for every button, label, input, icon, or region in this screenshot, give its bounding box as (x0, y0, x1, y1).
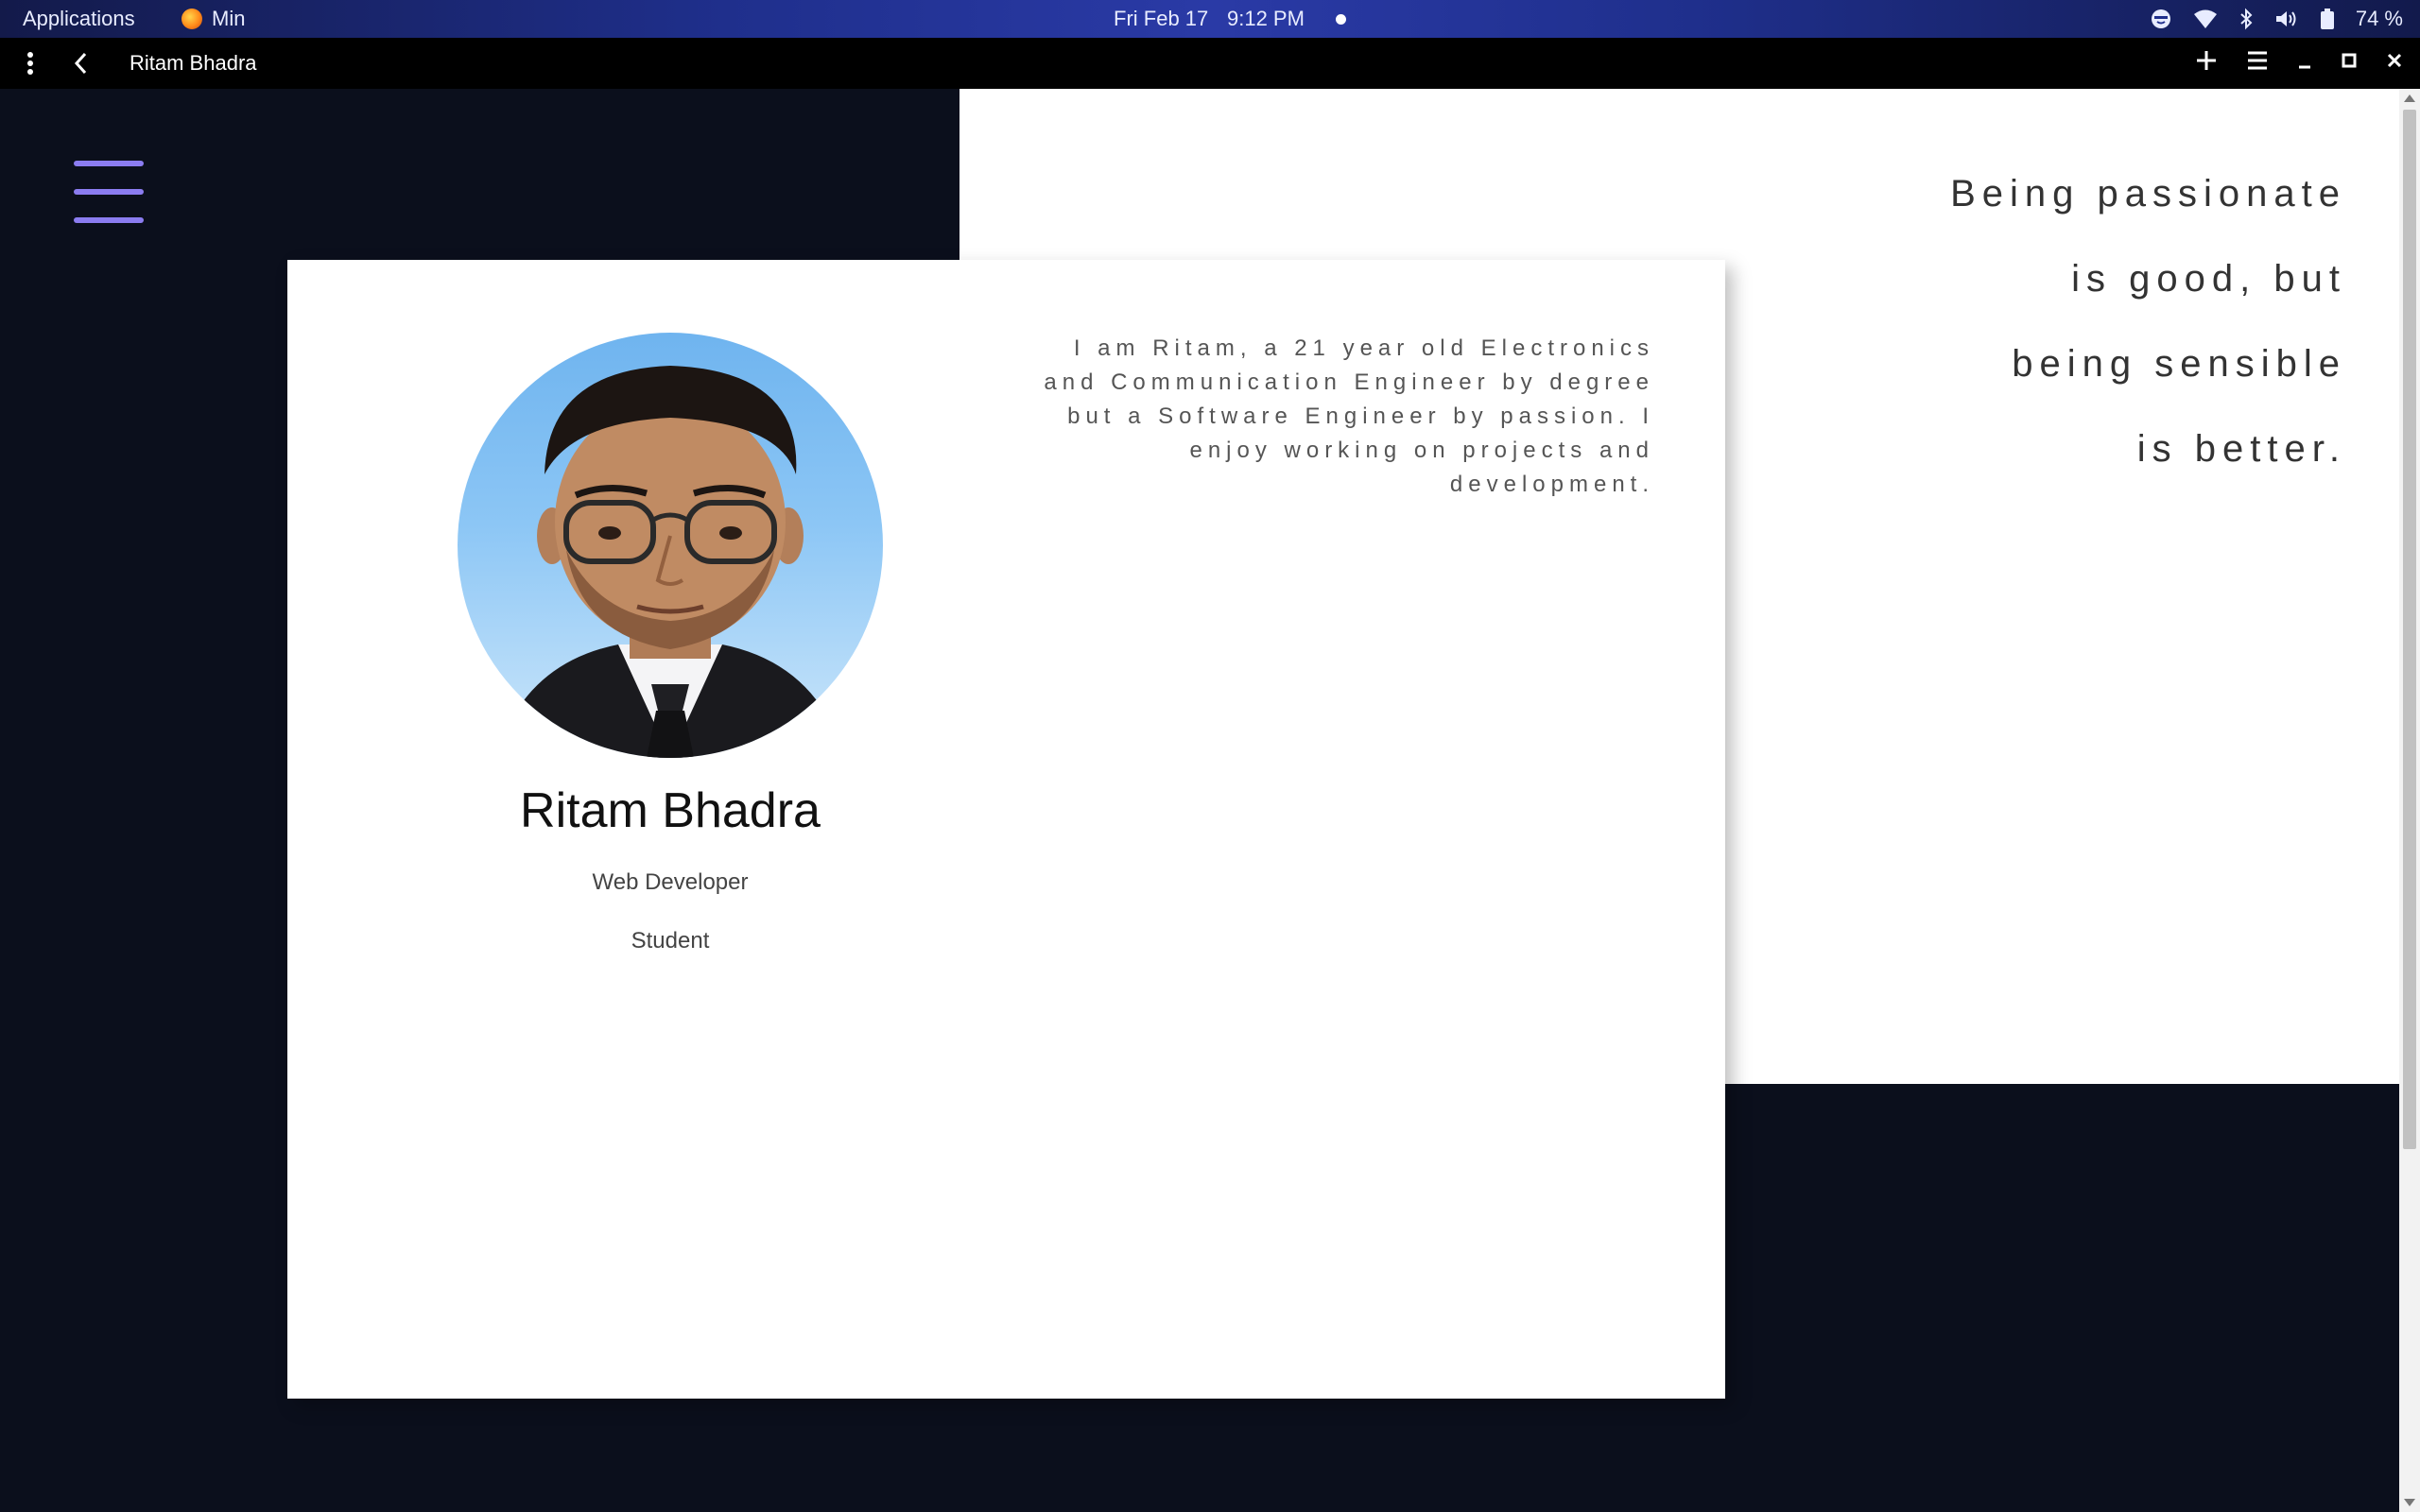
browser-toolbar: Ritam Bhadra (0, 38, 2420, 89)
back-icon[interactable] (72, 51, 91, 80)
browser-menu-icon[interactable] (26, 51, 34, 80)
tasks-menu-icon[interactable] (2246, 50, 2269, 76)
page-title-tab[interactable]: Ritam Bhadra (130, 51, 257, 76)
battery-icon[interactable] (2320, 8, 2335, 30)
clock-date[interactable]: Fri Feb 17 (1114, 7, 1208, 31)
site-menu-icon[interactable] (74, 161, 144, 223)
bluetooth-icon[interactable] (2238, 8, 2254, 30)
close-icon[interactable] (2386, 52, 2403, 74)
web-page: Being passionate is good, but being sens… (0, 89, 2399, 1512)
menu-bar (74, 161, 144, 166)
quote-line: is better. (2136, 428, 2346, 470)
system-top-bar: Applications Min Fri Feb 17 9:12 PM 74 % (0, 0, 2420, 38)
minimize-icon[interactable] (2297, 51, 2312, 75)
menu-bar (74, 217, 144, 223)
wifi-icon[interactable] (2193, 9, 2218, 29)
notification-dot-icon (1336, 14, 1346, 25)
page-scrollbar[interactable] (2399, 89, 2420, 1512)
menu-bar (74, 189, 144, 195)
indicator-face-icon[interactable] (2150, 8, 2172, 30)
active-app-indicator[interactable]: Min (182, 7, 245, 31)
battery-percentage: 74 % (2355, 7, 2403, 30)
scroll-down-arrow-icon[interactable] (2404, 1499, 2415, 1506)
quote-text: Being passionate is good, but being sens… (1685, 151, 2346, 491)
scroll-thumb[interactable] (2403, 110, 2416, 1149)
scroll-up-arrow-icon[interactable] (2404, 94, 2415, 102)
active-app-label: Min (212, 7, 246, 30)
applications-menu[interactable]: Applications (23, 7, 135, 31)
system-tray[interactable]: 74 % (2150, 4, 2403, 34)
profile-name: Ritam Bhadra (520, 783, 821, 838)
profile-status: Student (631, 928, 710, 954)
clock-time[interactable]: 9:12 PM (1227, 7, 1305, 31)
profile-role: Web Developer (592, 869, 749, 895)
new-tab-icon[interactable] (2195, 49, 2218, 77)
window-controls (2195, 49, 2403, 77)
profile-bio: I am Ritam, a 21 year old Electronics an… (1044, 335, 1654, 497)
maximize-icon[interactable] (2341, 52, 2358, 74)
quote-line: Being passionate (1950, 173, 2346, 215)
profile-card: Ritam Bhadra Web Developer Student I am … (287, 260, 1725, 1399)
app-logo-icon (182, 9, 202, 29)
profile-photo (495, 366, 845, 758)
volume-icon[interactable] (2274, 9, 2299, 29)
quote-line: being sensible (2012, 343, 2346, 385)
quote-line: is good, but (2071, 258, 2346, 300)
avatar (458, 333, 883, 758)
